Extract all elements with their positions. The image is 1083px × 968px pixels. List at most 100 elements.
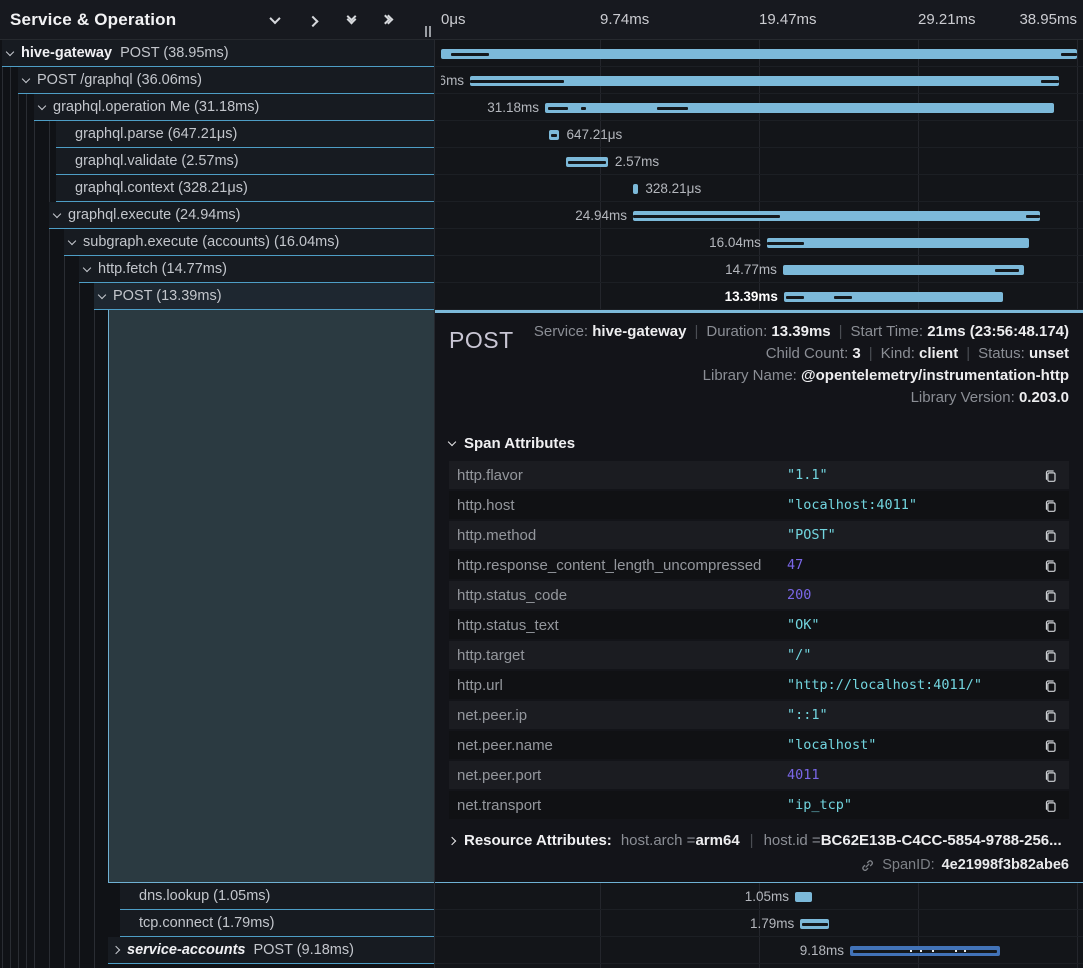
timeline-row[interactable]: 14.77ms	[435, 256, 1083, 283]
span-duration-bar[interactable]	[783, 265, 1024, 275]
attribute-row: net.peer.port4011	[449, 761, 1069, 789]
copy-icon[interactable]	[1041, 466, 1059, 484]
chevron-down-icon[interactable]	[22, 74, 30, 82]
attribute-key: net.peer.ip	[457, 707, 787, 724]
span-duration-label: 1.05ms	[745, 889, 789, 904]
link-icon[interactable]	[860, 858, 875, 873]
span-duration-bar[interactable]	[633, 184, 638, 194]
collapse-one-icon[interactable]	[267, 12, 283, 28]
attribute-row: http.method"POST"	[449, 521, 1069, 549]
span-duration-bar[interactable]	[549, 130, 560, 140]
span-tree-row[interactable]: POST (13.39ms)	[94, 283, 435, 310]
copy-icon[interactable]	[1041, 766, 1059, 784]
child-span-marker	[451, 53, 489, 56]
span-duration-bar[interactable]	[850, 946, 1000, 956]
span-tree-row[interactable]: graphql.context (328.21μs)	[56, 175, 435, 202]
attribute-key: http.status_code	[457, 587, 787, 604]
attribute-row: http.response_content_length_uncompresse…	[449, 551, 1069, 579]
attribute-key: net.peer.name	[457, 737, 787, 754]
copy-icon[interactable]	[1041, 736, 1059, 754]
resource-attributes-row[interactable]: Resource Attributes: host.arch = arm64|h…	[449, 832, 1069, 849]
span-operation-label: graphql.validate (2.57ms)	[75, 153, 239, 169]
chevron-down-icon[interactable]	[68, 236, 76, 244]
timeline-row[interactable]: 2.57ms	[435, 148, 1083, 175]
span-duration-bar[interactable]	[545, 103, 1054, 113]
span-detail-title: POST	[449, 321, 514, 409]
event-dot	[910, 950, 912, 952]
span-tree-row[interactable]: subgraph.execute (accounts) (16.04ms)	[64, 229, 435, 256]
span-tree-row[interactable]: hive-gatewayPOST (38.95ms)	[2, 40, 435, 67]
span-duration-bar[interactable]	[566, 157, 608, 167]
span-tree-row[interactable]: http.fetch (14.77ms)	[79, 256, 435, 283]
timeline-row[interactable]: 16.04ms	[435, 229, 1083, 256]
chevron-right-icon[interactable]	[112, 946, 120, 954]
span-duration-bar[interactable]	[470, 76, 1059, 86]
timeline-row[interactable]: 1.79ms	[435, 910, 1083, 937]
chevron-down-icon[interactable]	[6, 47, 14, 55]
timeline-row[interactable]: 1.05ms	[435, 883, 1083, 910]
collapse-all-icon[interactable]	[343, 12, 359, 28]
copy-icon[interactable]	[1041, 646, 1059, 664]
copy-icon[interactable]	[1041, 586, 1059, 604]
chevron-down-icon[interactable]	[98, 290, 106, 298]
expand-one-icon[interactable]	[305, 12, 321, 28]
span-attributes-table: http.flavor"1.1"http.host"localhost:4011…	[449, 461, 1069, 819]
span-duration-label: 14.77ms	[725, 262, 777, 277]
timeline-tick-label: 19.47ms	[759, 11, 817, 28]
attribute-key: http.response_content_length_uncompresse…	[457, 557, 787, 574]
child-span-marker	[1061, 53, 1077, 56]
span-duration-bar[interactable]	[441, 49, 1077, 59]
span-tree-row[interactable]: graphql.operation Me (31.18ms)	[34, 94, 435, 121]
span-duration-bar[interactable]	[784, 292, 1003, 302]
attribute-row: http.flavor"1.1"	[449, 461, 1069, 489]
span-operation-label: POST /graphql (36.06ms)	[37, 72, 202, 88]
attribute-value: "/"	[787, 647, 1041, 663]
attribute-value: "1.1"	[787, 467, 1041, 483]
chevron-down-icon[interactable]	[38, 101, 46, 109]
tree-header-title: Service & Operation	[10, 10, 176, 30]
span-attributes-header[interactable]: Span Attributes	[449, 435, 1069, 452]
span-tree-row[interactable]: service-accountsPOST (9.18ms)	[108, 937, 435, 964]
timeline-row[interactable]: 9.18ms	[435, 937, 1083, 964]
timeline-tick-label: 38.95ms	[1019, 11, 1077, 28]
span-duration-bar[interactable]	[633, 211, 1040, 221]
resource-attributes-title: Resource Attributes:	[464, 832, 612, 849]
span-tree-row[interactable]: POST /graphql (36.06ms)	[18, 67, 435, 94]
span-duration-bar[interactable]	[800, 919, 829, 929]
expand-all-icon[interactable]	[381, 12, 397, 28]
copy-icon[interactable]	[1041, 526, 1059, 544]
span-duration-bar[interactable]	[767, 238, 1029, 248]
span-tree-row[interactable]: tcp.connect (1.79ms)	[120, 910, 435, 937]
child-span-marker	[633, 215, 780, 218]
panel-resize-grip-icon[interactable]	[425, 26, 431, 37]
timeline-row[interactable]: 38.95ms	[435, 40, 1083, 67]
timeline-tick-label: 29.21ms	[918, 11, 976, 28]
span-operation-label: subgraph.execute (accounts) (16.04ms)	[83, 234, 339, 250]
copy-icon[interactable]	[1041, 496, 1059, 514]
span-tree-row[interactable]: graphql.execute (24.94ms)	[49, 202, 435, 229]
copy-icon[interactable]	[1041, 796, 1059, 814]
panel-divider[interactable]	[434, 0, 435, 968]
timeline-row[interactable]: 31.18ms	[435, 94, 1083, 121]
span-tree-row[interactable]: dns.lookup (1.05ms)	[120, 883, 435, 910]
span-operation-label: POST (38.95ms)	[120, 45, 229, 61]
attribute-key: net.peer.port	[457, 767, 787, 784]
timeline-row[interactable]: 13.39ms	[435, 283, 1083, 310]
timeline-row[interactable]: 36.06ms	[435, 67, 1083, 94]
span-duration-bar[interactable]	[795, 892, 812, 902]
timeline-row[interactable]: 647.21μs	[435, 121, 1083, 148]
span-duration-label: 2.57ms	[615, 154, 659, 169]
attribute-value: "ip_tcp"	[787, 797, 1041, 813]
copy-icon[interactable]	[1041, 706, 1059, 724]
chevron-down-icon[interactable]	[53, 209, 61, 217]
span-tree-row[interactable]: graphql.parse (647.21μs)	[56, 121, 435, 148]
copy-icon[interactable]	[1041, 676, 1059, 694]
timeline-row[interactable]: 328.21μs	[435, 175, 1083, 202]
timeline-row[interactable]: 24.94ms	[435, 202, 1083, 229]
copy-icon[interactable]	[1041, 616, 1059, 634]
chevron-down-icon[interactable]	[83, 263, 91, 271]
attribute-value: "localhost"	[787, 737, 1041, 753]
copy-icon[interactable]	[1041, 556, 1059, 574]
resource-attributes-pairs: host.arch = arm64|host.id = BC62E13B-C4C…	[621, 832, 1062, 849]
span-tree-row[interactable]: graphql.validate (2.57ms)	[56, 148, 435, 175]
